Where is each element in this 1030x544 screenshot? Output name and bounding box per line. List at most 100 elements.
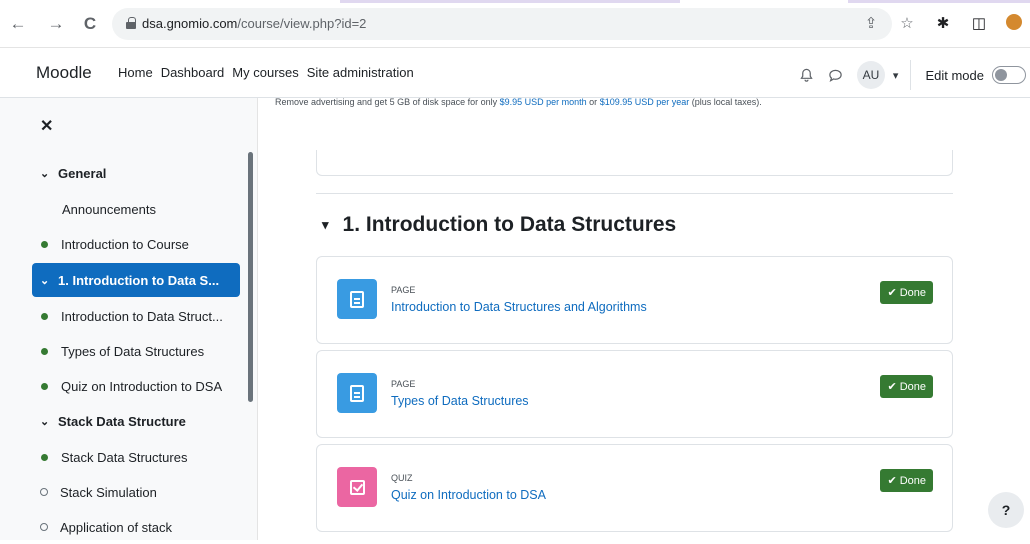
navbar-divider — [910, 60, 912, 90]
page-icon — [337, 373, 377, 413]
user-avatar[interactable]: AU — [856, 61, 885, 89]
close-drawer-icon[interactable]: ✕ — [40, 116, 53, 136]
sidebar-item-label: Application of stack — [60, 519, 173, 535]
bookmark-star-icon[interactable]: ☆ — [898, 14, 916, 32]
help-button[interactable]: ? — [988, 492, 1024, 528]
nav-dashboard[interactable]: Dashboard — [161, 65, 225, 80]
completion-done-icon — [41, 347, 48, 355]
chevron-down-icon[interactable]: ⌄ — [40, 274, 58, 287]
user-menu-chevron-icon[interactable]: ▾ — [893, 69, 899, 82]
profile-avatar-icon[interactable] — [1006, 14, 1022, 30]
activity-type: PAGE — [391, 379, 416, 389]
check-icon: ✔ — [887, 381, 897, 393]
sidebar-item-application-of-stack[interactable]: Application of stack — [32, 510, 240, 544]
forward-icon[interactable]: → — [46, 14, 66, 34]
previous-section-card — [316, 150, 953, 176]
activity-link[interactable]: Types of Data Structures — [391, 394, 529, 408]
messages-chat-icon[interactable] — [828, 68, 843, 83]
edit-mode-label: Edit mode — [925, 67, 984, 83]
nav-my-courses[interactable]: My courses — [232, 65, 298, 80]
browser-actions: ⇪ ☆ ✱ ◫ — [862, 14, 1022, 32]
chevron-down-icon[interactable]: ⌄ — [40, 415, 58, 428]
address-bar[interactable]: dsa.gnomio.com/course/view.php?id=2 — [112, 8, 892, 40]
nav-home[interactable]: Home — [118, 65, 153, 80]
chevron-down-icon[interactable]: ⌄ — [40, 167, 58, 180]
sidebar-item-label: General — [58, 165, 107, 181]
sidebar-item-label: 1. Introduction to Data S... — [58, 272, 220, 288]
completion-done-icon — [41, 453, 48, 461]
advertising-notice: Remove advertising and get 5 GB of disk … — [275, 97, 762, 107]
reload-icon[interactable]: C — [80, 14, 100, 34]
sidebar-item-label: Introduction to Course — [61, 236, 189, 252]
check-icon: ✔ — [887, 475, 897, 487]
check-icon: ✔ — [887, 287, 897, 299]
sidebar-item-label: Stack Data Structure — [58, 413, 186, 429]
completion-done-icon — [41, 312, 48, 320]
ad-text-middle: or — [586, 97, 600, 107]
done-label: Done — [899, 380, 926, 393]
section-title-text: 1. Introduction to Data Structures — [342, 213, 677, 236]
edit-mode-toggle[interactable] — [992, 66, 1026, 84]
completion-pending-icon — [40, 523, 48, 531]
ad-text-prefix: Remove advertising and get 5 GB of disk … — [275, 97, 500, 107]
activity-link[interactable]: Introduction to Data Structures and Algo… — [391, 300, 647, 314]
sidebar-section-stack-data-structure[interactable]: ⌄ Stack Data Structure — [32, 404, 240, 438]
ad-yearly-link[interactable]: $109.95 USD per year — [600, 97, 690, 107]
sidebar-item-label: Quiz on Introduction to DSA — [61, 378, 223, 394]
sidebar-item-stack-simulation[interactable]: Stack Simulation — [32, 475, 240, 509]
sidebar-item-types-of-data-structures[interactable]: Types of Data Structures — [32, 334, 240, 368]
ad-text-suffix: (plus local taxes). — [689, 97, 762, 107]
back-icon[interactable]: ← — [8, 14, 28, 34]
sidebar-item-label: Announcements — [62, 201, 156, 217]
sidebar-item-introduction-to-course[interactable]: Introduction to Course — [32, 227, 240, 261]
sidebar-item-label: Types of Data Structures — [61, 343, 205, 359]
tab-strip-left — [340, 0, 680, 3]
completion-done-button[interactable]: ✔ Done — [880, 375, 933, 398]
sidebar-item-intro-data-structures[interactable]: Introduction to Data Struct... — [32, 299, 240, 333]
primary-navigation: Home Dashboard My courses Site administr… — [118, 65, 414, 80]
sidebar-item-stack-data-structures[interactable]: Stack Data Structures — [32, 440, 240, 474]
section-divider — [316, 193, 953, 194]
site-brand[interactable]: Moodle — [36, 63, 92, 83]
done-label: Done — [899, 286, 926, 299]
activity-card: PAGE Introduction to Data Structures and… — [316, 256, 953, 344]
sidebar-scrollbar[interactable] — [248, 152, 253, 402]
activity-type: PAGE — [391, 285, 416, 295]
sidebar-section-introduction-to-data-structures[interactable]: ⌄ 1. Introduction to Data S... — [32, 263, 240, 297]
tab-strip-right — [848, 0, 1030, 3]
activity-card: QUIZ Quiz on Introduction to DSA ✔ Done — [316, 444, 953, 532]
done-label: Done — [899, 474, 926, 487]
activity-link[interactable]: Quiz on Introduction to DSA — [391, 488, 546, 502]
url-domain: dsa.gnomio.com — [142, 16, 238, 31]
sidebar-item-label: Stack Data Structures — [61, 449, 188, 465]
lock-icon — [126, 17, 136, 29]
page-icon — [337, 279, 377, 319]
url-text[interactable]: dsa.gnomio.com/course/view.php?id=2 — [142, 16, 366, 31]
section-collapse-chevron-icon[interactable]: ▾ — [322, 217, 329, 233]
course-index-drawer: ✕ ⌄ General Announcements Introduction t… — [0, 98, 258, 540]
completion-done-icon — [41, 240, 48, 248]
section-heading: ▾ 1. Introduction to Data Structures — [322, 213, 676, 237]
sidebar-item-announcements[interactable]: Announcements — [32, 192, 240, 226]
sidebar-item-quiz-intro-dsa[interactable]: Quiz on Introduction to DSA — [32, 369, 240, 403]
url-path: /course/view.php?id=2 — [237, 16, 367, 31]
sidebar-section-general[interactable]: ⌄ General — [32, 156, 240, 190]
side-panel-icon[interactable]: ◫ — [970, 14, 988, 32]
sidebar-item-label: Introduction to Data Struct... — [61, 308, 223, 324]
completion-done-button[interactable]: ✔ Done — [880, 281, 933, 304]
quiz-icon — [337, 467, 377, 507]
moodle-navbar: Moodle Home Dashboard My courses Site ad… — [0, 48, 1030, 98]
nav-site-administration[interactable]: Site administration — [307, 65, 414, 80]
completion-done-button[interactable]: ✔ Done — [880, 469, 933, 492]
ad-monthly-link[interactable]: $9.95 USD per month — [500, 97, 587, 107]
notifications-bell-icon[interactable] — [799, 68, 814, 83]
share-icon[interactable]: ⇪ — [862, 14, 880, 32]
sidebar-item-label: Stack Simulation — [60, 484, 157, 500]
activity-card: PAGE Types of Data Structures ✔ Done — [316, 350, 953, 438]
extensions-icon[interactable]: ✱ — [934, 14, 952, 32]
completion-pending-icon — [40, 488, 48, 496]
activity-type: QUIZ — [391, 473, 413, 483]
browser-toolbar: ← → C dsa.gnomio.com/course/view.php?id=… — [0, 0, 1030, 48]
user-menu-area: AU ▾ Edit mode — [799, 60, 1026, 90]
completion-done-icon — [41, 382, 48, 390]
